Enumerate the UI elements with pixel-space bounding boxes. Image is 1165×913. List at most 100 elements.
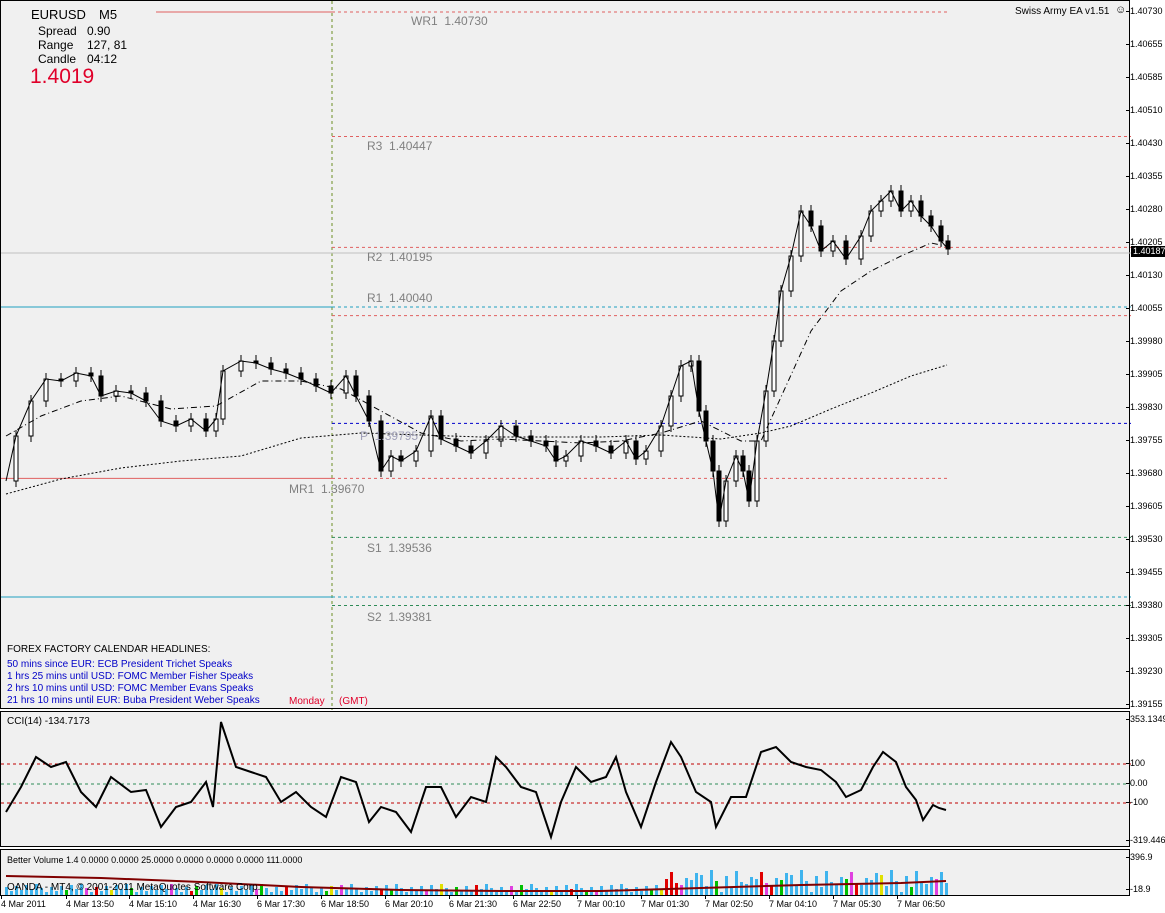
candle-label: Candle bbox=[38, 52, 77, 66]
volume-bar bbox=[785, 873, 788, 895]
volume-bar bbox=[305, 884, 308, 895]
volume-bar bbox=[670, 872, 673, 895]
time-axis-tick: 4 Mar 13:50 bbox=[66, 895, 115, 909]
cci-axis: 353.1349 100 0.00 -100 -319.446 bbox=[1125, 711, 1165, 847]
volume-bar bbox=[300, 889, 303, 895]
calendar-timezone: (GMT) bbox=[339, 696, 368, 707]
volume-bar bbox=[665, 879, 668, 895]
volume-bar bbox=[565, 885, 568, 895]
time-axis-tick: 7 Mar 04:10 bbox=[769, 895, 818, 909]
level-label-s1: S1 1.39536 bbox=[367, 541, 432, 555]
cci-axis-tick: -319.446 bbox=[1126, 835, 1165, 845]
volume-bar bbox=[325, 891, 328, 895]
price-chart bbox=[1, 1, 1131, 710]
cci-line bbox=[5, 721, 947, 841]
volume-bar bbox=[945, 883, 948, 895]
volume-bar bbox=[695, 873, 698, 895]
candle-body bbox=[158, 400, 164, 422]
timeframe-label: M5 bbox=[99, 7, 118, 22]
volume-bar bbox=[940, 872, 943, 895]
volume-bar bbox=[635, 887, 638, 895]
time-axis-tick: 4 Mar 2011 bbox=[1, 895, 46, 909]
volume-bar bbox=[880, 875, 883, 895]
price-axis-tick: 1.39980 bbox=[1126, 336, 1163, 346]
price-axis-tick: 1.39905 bbox=[1126, 369, 1163, 379]
volume-bar bbox=[885, 886, 888, 895]
volume-bar bbox=[765, 883, 768, 895]
volume-bar bbox=[360, 892, 363, 895]
volume-bar bbox=[740, 882, 743, 895]
volume-bar bbox=[920, 882, 923, 895]
volume-bar bbox=[720, 892, 723, 895]
price-axis-tick: 1.40655 bbox=[1126, 39, 1163, 49]
volume-bar bbox=[375, 886, 378, 895]
time-axis-tick: 7 Mar 05:30 bbox=[833, 895, 882, 909]
candle-body bbox=[658, 425, 664, 452]
volume-bar bbox=[650, 890, 653, 895]
level-label-r3: R3 1.40447 bbox=[367, 139, 433, 153]
volume-bar bbox=[280, 891, 283, 895]
candle-body bbox=[238, 360, 244, 372]
price-axis-tick: 1.39530 bbox=[1126, 534, 1163, 544]
time-axis-tick: 4 Mar 16:30 bbox=[193, 895, 242, 909]
range-label: Range bbox=[38, 38, 74, 52]
moving-average-slow bbox=[5, 364, 948, 495]
volume-bar bbox=[845, 879, 848, 895]
volume-bar bbox=[525, 889, 528, 895]
volume-bar bbox=[405, 892, 408, 895]
volume-bar bbox=[530, 884, 533, 895]
level-label-r2: R2 1.40195 bbox=[367, 250, 433, 264]
volume-bar bbox=[270, 892, 273, 895]
smiley-icon: ☺ bbox=[1115, 4, 1127, 16]
cci-label: CCI(14) -134.7173 bbox=[7, 716, 90, 727]
volume-bar bbox=[900, 892, 903, 895]
candle-body bbox=[483, 440, 489, 454]
volume-bar bbox=[910, 887, 913, 895]
price-axis-tick: 1.39830 bbox=[1126, 402, 1163, 412]
volume-bar bbox=[290, 890, 293, 895]
spread-label: Spread bbox=[38, 24, 77, 38]
volume-bar bbox=[760, 872, 763, 895]
cci-axis-tick: 0.00 bbox=[1126, 778, 1148, 788]
ea-label: Swiss Army EA v1.51 bbox=[1015, 6, 1110, 17]
price-axis[interactable]: 1.40730 1.40655 1.40585 1.40510 1.40430 1.403… bbox=[1126, 0, 1165, 709]
volume-bar bbox=[835, 884, 838, 895]
price-axis-tick: 1.40430 bbox=[1126, 138, 1163, 148]
current-price-display: 1.4019 bbox=[30, 65, 95, 88]
time-axis-tick: 4 Mar 15:10 bbox=[129, 895, 178, 909]
volume-bar bbox=[380, 890, 383, 895]
volume-bar bbox=[725, 876, 728, 895]
volume-bar bbox=[680, 885, 683, 895]
main-chart-pane[interactable]: EURUSD M5 Spread 0.90 Range 127, 81 Cand… bbox=[0, 0, 1131, 710]
price-axis-tick: 1.40355 bbox=[1126, 171, 1163, 181]
time-axis-tick: 7 Mar 00:10 bbox=[577, 895, 626, 909]
cci-axis-tick: -100 bbox=[1125, 797, 1149, 807]
time-axis-tick: 6 Mar 17:30 bbox=[257, 895, 306, 909]
volume-bar bbox=[450, 892, 453, 895]
volume-bar bbox=[520, 885, 523, 895]
volume-bar bbox=[905, 876, 908, 895]
volume-indicator-pane[interactable]: Better Volume 1.4 0.0000 0.0000 25.0000 … bbox=[0, 849, 1130, 896]
level-label-r1: R1 1.40040 bbox=[367, 291, 433, 305]
volume-bar bbox=[925, 884, 928, 895]
volume-bar bbox=[840, 877, 843, 895]
spread-value: 0.90 bbox=[87, 24, 111, 38]
volume-axis-tick: -18.9 bbox=[1126, 884, 1151, 894]
range-value: 127, 81 bbox=[87, 38, 128, 52]
price-axis-tick: 1.39305 bbox=[1126, 633, 1163, 643]
volume-bar bbox=[800, 870, 803, 895]
candle-body bbox=[43, 378, 49, 402]
volume-bar bbox=[575, 884, 578, 895]
volume-bar bbox=[870, 880, 873, 895]
volume-bar bbox=[820, 887, 823, 895]
moving-average-fast bbox=[5, 242, 947, 444]
volume-bar bbox=[625, 888, 628, 895]
time-axis-tick: 6 Mar 20:10 bbox=[385, 895, 434, 909]
calendar-title: FOREX FACTORY CALENDAR HEADLINES: bbox=[7, 644, 211, 655]
volume-bar bbox=[860, 885, 863, 895]
volume-bar bbox=[805, 881, 808, 895]
level-label-s2: S2 1.39381 bbox=[367, 610, 432, 624]
calendar-day: Monday bbox=[289, 696, 325, 707]
volume-bar bbox=[570, 889, 573, 895]
cci-indicator-pane[interactable]: CCI(14) -134.7173 bbox=[0, 711, 1131, 847]
